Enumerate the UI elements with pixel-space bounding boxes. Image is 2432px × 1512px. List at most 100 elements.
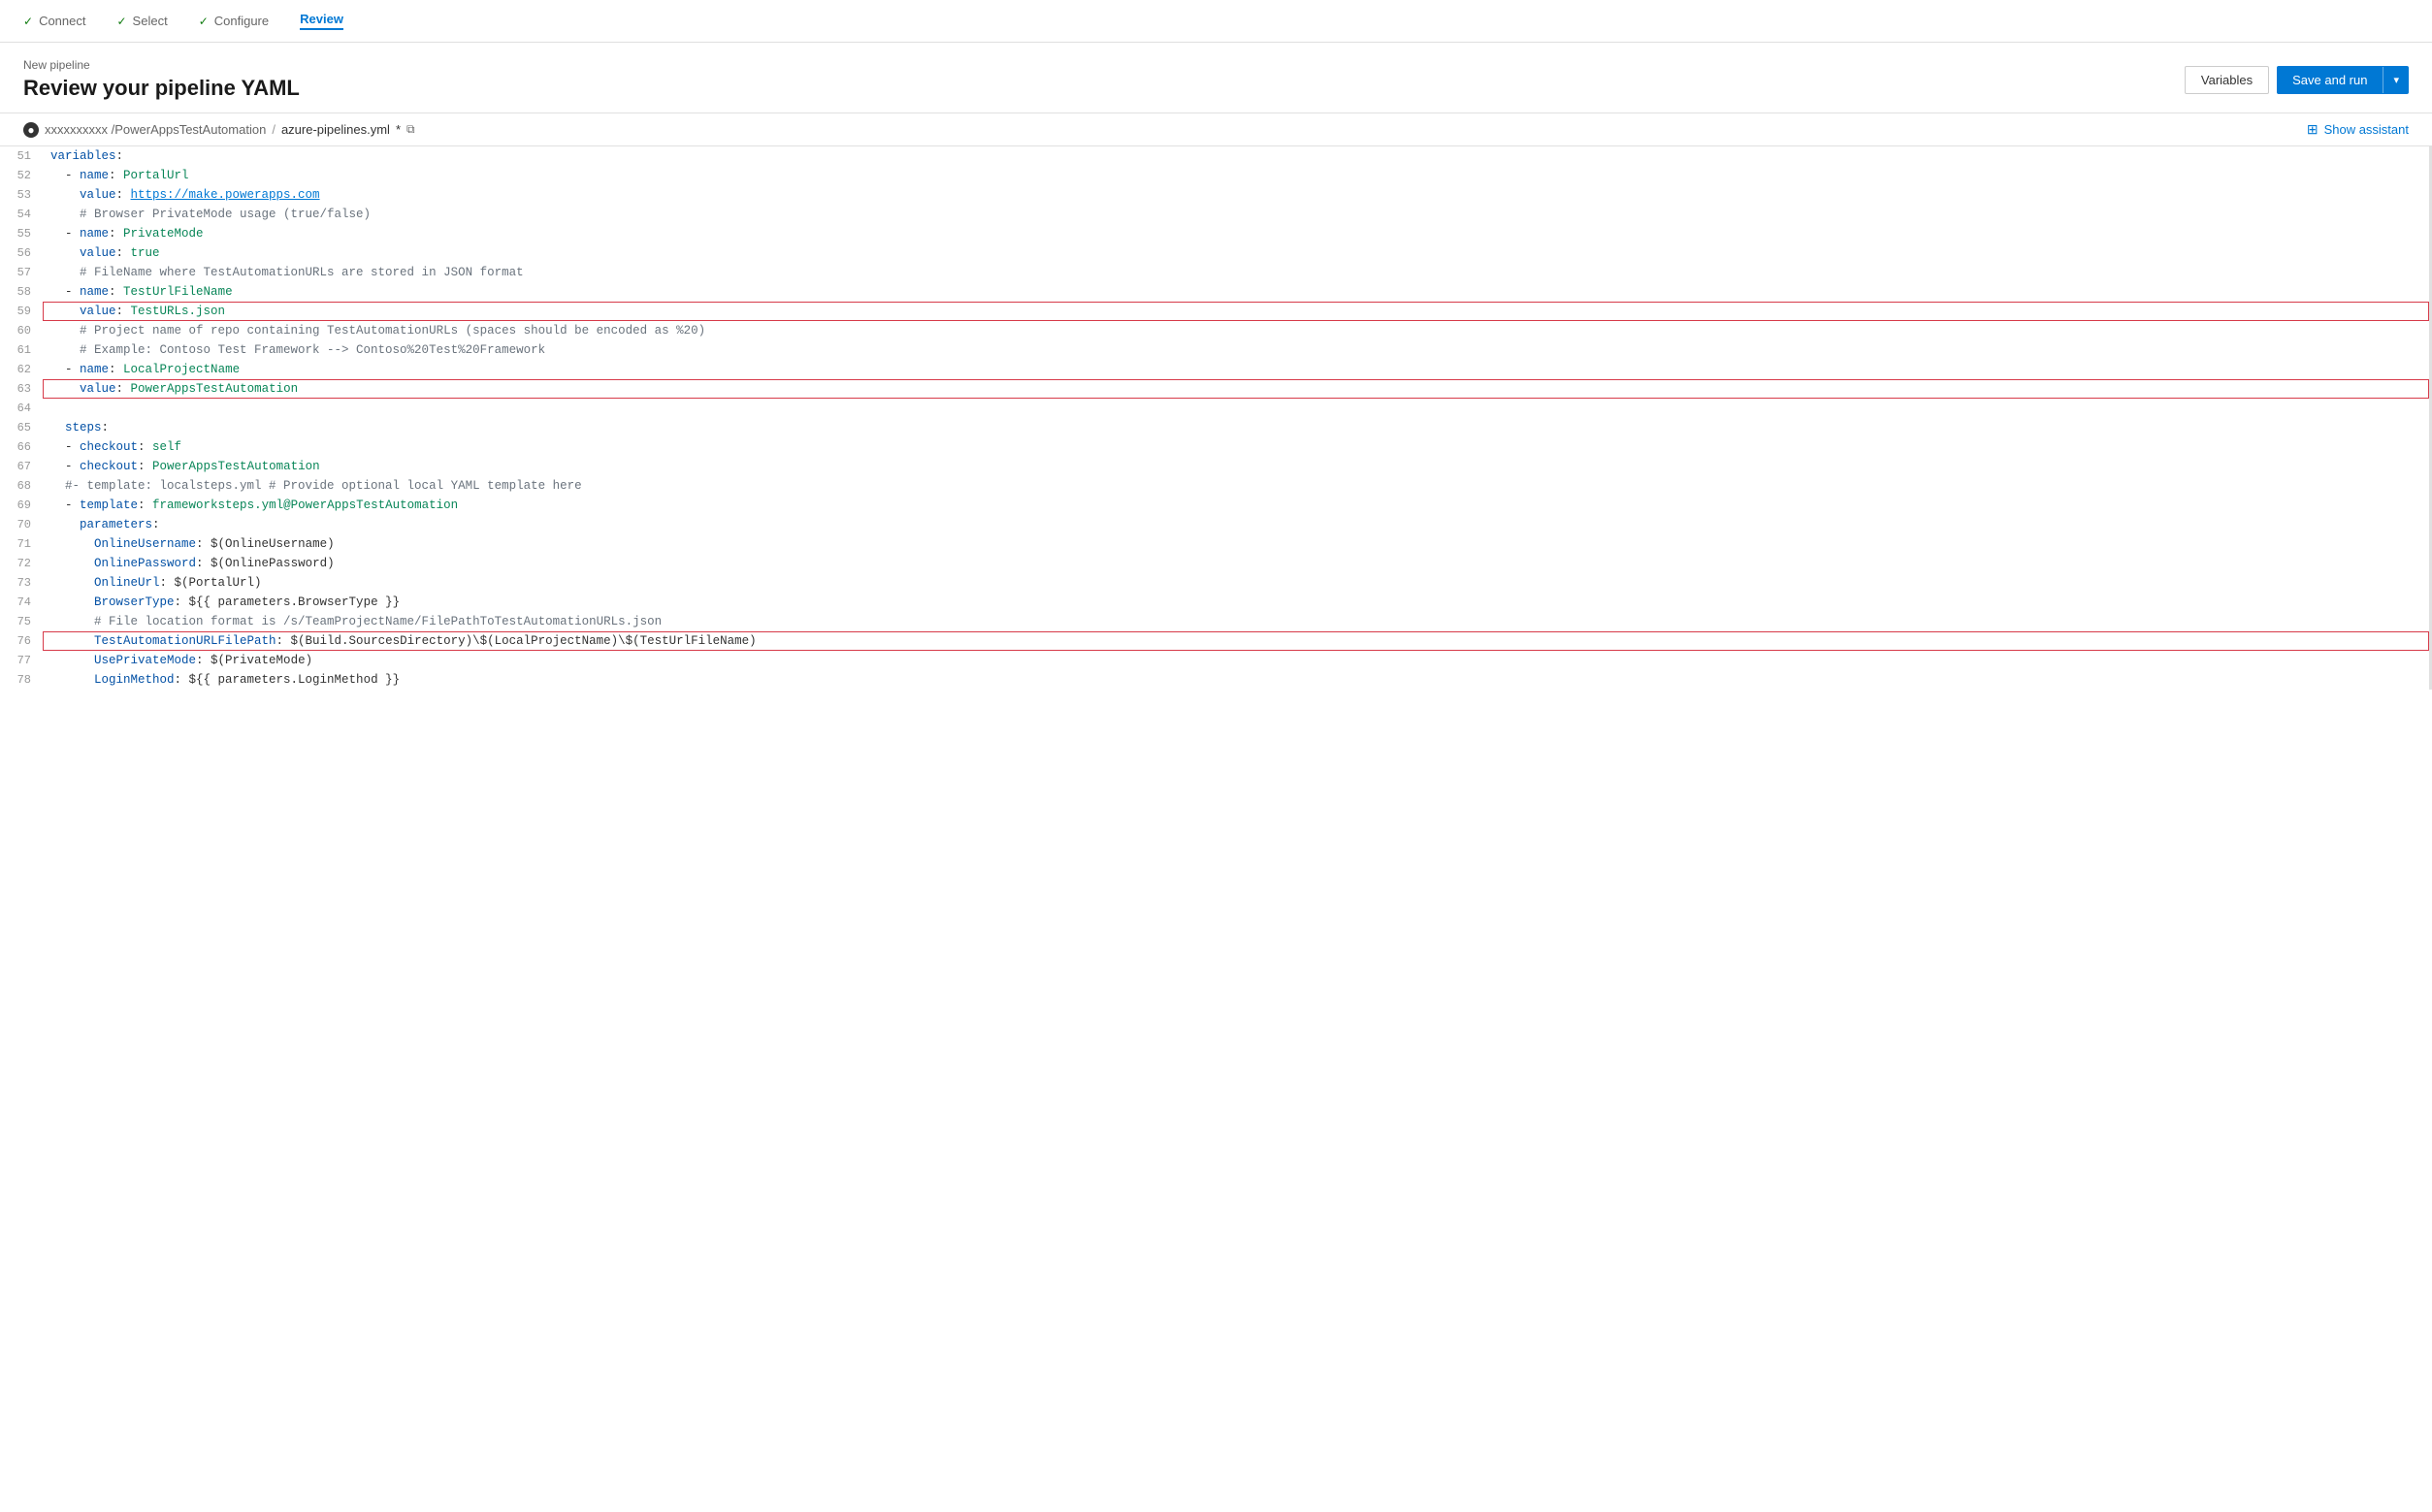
code-line-55: 55 - name: PrivateMode	[0, 224, 2429, 243]
code-line-62: 62 - name: LocalProjectName	[0, 360, 2429, 379]
modified-indicator: *	[396, 122, 401, 137]
line-content: - name: PrivateMode	[43, 224, 2429, 243]
wizard-step-review[interactable]: Review	[300, 12, 343, 30]
code-line-77: 77 UsePrivateMode: $(PrivateMode)	[0, 651, 2429, 670]
code-line-54: 54 # Browser PrivateMode usage (true/fal…	[0, 205, 2429, 224]
show-assistant-label: Show assistant	[2324, 122, 2409, 137]
line-content: # File location format is /s/TeamProject…	[43, 612, 2429, 631]
line-number: 55	[0, 224, 43, 243]
line-number: 71	[0, 534, 43, 554]
line-number: 74	[0, 593, 43, 612]
code-editor[interactable]: 51variables:52 - name: PortalUrl53 value…	[0, 146, 2429, 690]
wizard-nav: ✓ Connect ✓ Select ✓ Configure Review	[0, 0, 2432, 43]
line-number: 77	[0, 651, 43, 670]
check-icon-connect: ✓	[23, 15, 33, 28]
line-number: 70	[0, 515, 43, 534]
line-content: UsePrivateMode: $(PrivateMode)	[43, 651, 2429, 670]
step-label-configure: Configure	[214, 14, 269, 28]
line-number: 59	[0, 302, 43, 321]
code-line-65: 65 steps:	[0, 418, 2429, 437]
code-line-71: 71 OnlineUsername: $(OnlineUsername)	[0, 534, 2429, 554]
line-number: 57	[0, 263, 43, 282]
code-line-73: 73 OnlineUrl: $(PortalUrl)	[0, 573, 2429, 593]
line-number: 78	[0, 670, 43, 690]
line-number: 51	[0, 146, 43, 166]
line-number: 54	[0, 205, 43, 224]
show-assistant-button[interactable]: ⊞ Show assistant	[2307, 121, 2409, 138]
line-number: 53	[0, 185, 43, 205]
line-content: - name: TestUrlFileName	[43, 282, 2429, 302]
line-content: - checkout: PowerAppsTestAutomation	[43, 457, 2429, 476]
code-line-76: 76 TestAutomationURLFilePath: $(Build.So…	[0, 631, 2429, 651]
line-content: value: TestURLs.json	[43, 302, 2429, 321]
code-line-57: 57 # FileName where TestAutomationURLs a…	[0, 263, 2429, 282]
line-number: 66	[0, 437, 43, 457]
step-label-select: Select	[133, 14, 168, 28]
line-number: 61	[0, 340, 43, 360]
code-line-63: 63 value: PowerAppsTestAutomation	[0, 379, 2429, 399]
line-content: value: PowerAppsTestAutomation	[43, 379, 2429, 399]
wizard-step-configure[interactable]: ✓ Configure	[199, 14, 269, 28]
line-number: 60	[0, 321, 43, 340]
line-content: value: https://make.powerapps.com	[43, 185, 2429, 205]
code-line-51: 51variables:	[0, 146, 2429, 166]
code-line-64: 64	[0, 399, 2429, 418]
save-run-button[interactable]: Save and run ▾	[2277, 66, 2409, 94]
code-line-61: 61 # Example: Contoso Test Framework -->…	[0, 340, 2429, 360]
step-label-connect: Connect	[39, 14, 85, 28]
variables-button[interactable]: Variables	[2185, 66, 2269, 94]
save-run-label: Save and run	[2277, 66, 2383, 94]
line-content: value: true	[43, 243, 2429, 263]
line-content: OnlinePassword: $(OnlinePassword)	[43, 554, 2429, 573]
code-line-58: 58 - name: TestUrlFileName	[0, 282, 2429, 302]
line-number: 75	[0, 612, 43, 631]
line-content: parameters:	[43, 515, 2429, 534]
wizard-step-select[interactable]: ✓ Select	[116, 14, 167, 28]
line-content: #- template: localsteps.yml # Provide op…	[43, 476, 2429, 496]
line-content: steps:	[43, 418, 2429, 437]
line-content: # Browser PrivateMode usage (true/false)	[43, 205, 2429, 224]
line-content: variables:	[43, 146, 2429, 166]
line-number: 56	[0, 243, 43, 263]
wizard-step-connect[interactable]: ✓ Connect	[23, 14, 85, 28]
line-content: OnlineUsername: $(OnlineUsername)	[43, 534, 2429, 554]
line-number: 62	[0, 360, 43, 379]
line-number: 67	[0, 457, 43, 476]
page-header: New pipeline Review your pipeline YAML V…	[0, 43, 2432, 113]
line-content: BrowserType: ${{ parameters.BrowserType …	[43, 593, 2429, 612]
line-number: 73	[0, 573, 43, 593]
step-label-review: Review	[300, 12, 343, 26]
code-line-68: 68 #- template: localsteps.yml # Provide…	[0, 476, 2429, 496]
code-line-72: 72 OnlinePassword: $(OnlinePassword)	[0, 554, 2429, 573]
page-title: Review your pipeline YAML	[23, 76, 300, 101]
copy-path-icon[interactable]: ⧉	[406, 122, 415, 137]
editor-container: 51variables:52 - name: PortalUrl53 value…	[0, 146, 2432, 690]
line-content: OnlineUrl: $(PortalUrl)	[43, 573, 2429, 593]
code-line-53: 53 value: https://make.powerapps.com	[0, 185, 2429, 205]
path-separator: /	[272, 122, 276, 137]
line-content: - template: frameworksteps.yml@PowerApps…	[43, 496, 2429, 515]
breadcrumb: New pipeline	[23, 58, 300, 72]
code-line-59: 59 value: TestURLs.json	[0, 302, 2429, 321]
line-number: 65	[0, 418, 43, 437]
line-content: - name: LocalProjectName	[43, 360, 2429, 379]
code-line-75: 75 # File location format is /s/TeamProj…	[0, 612, 2429, 631]
code-line-52: 52 - name: PortalUrl	[0, 166, 2429, 185]
line-content: TestAutomationURLFilePath: $(Build.Sourc…	[43, 631, 2429, 651]
line-content: # Project name of repo containing TestAu…	[43, 321, 2429, 340]
page-header-left: New pipeline Review your pipeline YAML	[23, 58, 300, 101]
line-number: 52	[0, 166, 43, 185]
code-line-66: 66 - checkout: self	[0, 437, 2429, 457]
chevron-down-icon[interactable]: ▾	[2383, 67, 2409, 93]
code-line-78: 78 LoginMethod: ${{ parameters.LoginMeth…	[0, 670, 2429, 690]
code-line-69: 69 - template: frameworksteps.yml@PowerA…	[0, 496, 2429, 515]
line-number: 69	[0, 496, 43, 515]
code-line-67: 67 - checkout: PowerAppsTestAutomation	[0, 457, 2429, 476]
github-icon: ●	[23, 122, 39, 138]
line-number: 76	[0, 631, 43, 651]
repo-name[interactable]: xxxxxxxxxx /PowerAppsTestAutomation	[45, 122, 266, 137]
assistant-icon: ⊞	[2307, 121, 2319, 138]
code-line-74: 74 BrowserType: ${{ parameters.BrowserTy…	[0, 593, 2429, 612]
page-header-right: Variables Save and run ▾	[2185, 66, 2409, 94]
line-content: # FileName where TestAutomationURLs are …	[43, 263, 2429, 282]
